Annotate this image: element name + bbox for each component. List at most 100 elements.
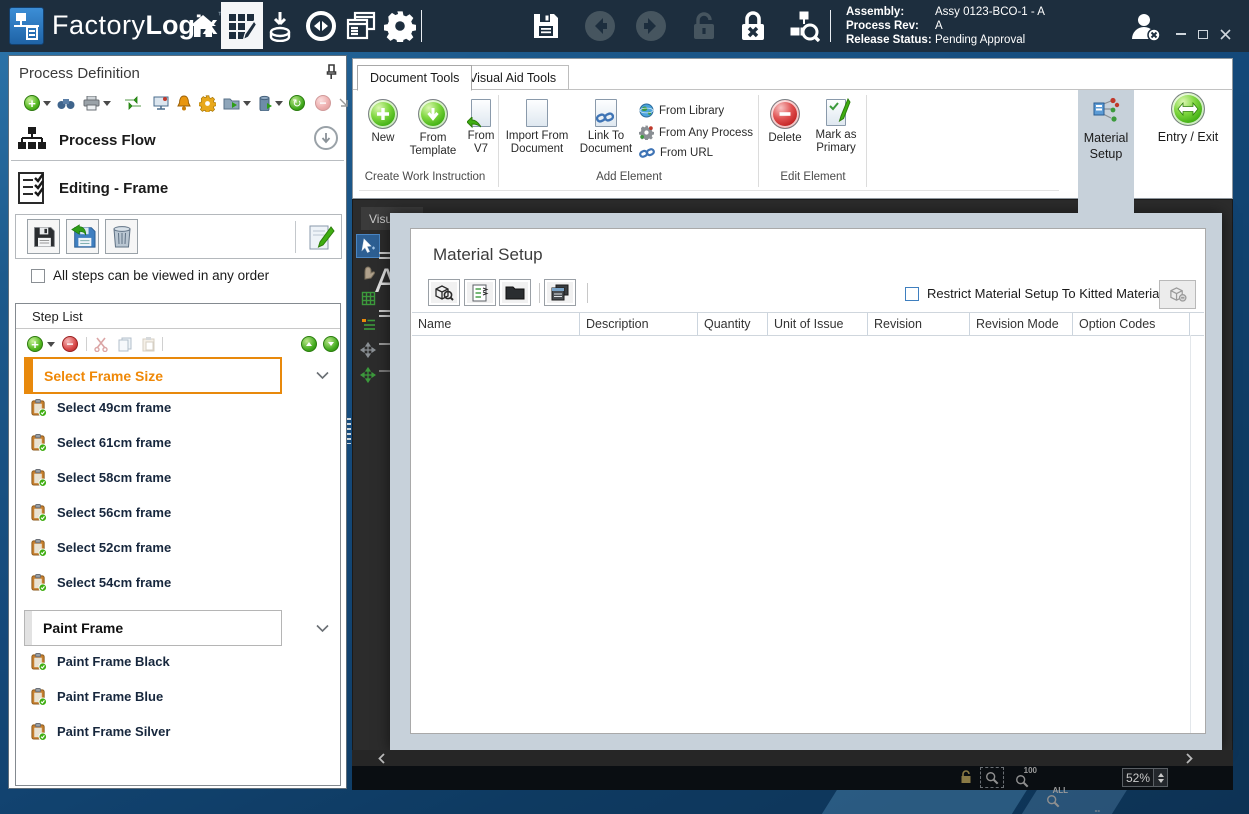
settings-button[interactable] [382, 8, 418, 44]
add-part-button[interactable] [428, 279, 460, 306]
print-button[interactable] [82, 94, 100, 112]
collapse-process-flow-button[interactable] [314, 126, 338, 150]
from-v7-button[interactable]: From V7 [461, 99, 501, 156]
collapse-group-button[interactable] [316, 620, 330, 634]
from-any-process-button[interactable]: From Any Process [639, 125, 753, 140]
from-library-button[interactable]: From Library [639, 103, 724, 118]
step-item[interactable]: Select 52cm frame [30, 530, 310, 564]
process-flow-row[interactable]: Process Flow [17, 122, 339, 158]
restrict-kitted-checkbox[interactable] [905, 287, 919, 301]
documents-button[interactable] [343, 8, 379, 44]
find-button[interactable] [57, 94, 75, 112]
copy-step-button-disabled[interactable] [116, 335, 134, 353]
import-process-button[interactable] [66, 219, 99, 254]
add-from-bom-button[interactable] [464, 279, 496, 306]
pin-panel-button[interactable] [323, 64, 338, 85]
add-process-button[interactable]: + [23, 94, 41, 112]
process-audit-button[interactable] [786, 8, 822, 44]
print-dropdown[interactable] [102, 94, 112, 112]
refresh-button[interactable]: ↻ [288, 94, 306, 112]
save-button[interactable] [528, 8, 564, 44]
zoom-select-button-active[interactable] [980, 767, 1004, 788]
column-header[interactable]: Revision [868, 313, 970, 335]
paste-materials-button[interactable] [544, 279, 576, 306]
logout-user-button[interactable] [1128, 10, 1164, 46]
panel-splitter[interactable] [347, 418, 351, 444]
new-button[interactable]: New [365, 99, 401, 145]
from-url-button[interactable]: From URL [639, 147, 713, 159]
lock-cancel-button[interactable] [735, 8, 771, 44]
scroll-right-button[interactable] [1178, 750, 1200, 766]
any-order-checkbox[interactable] [31, 269, 45, 283]
column-header[interactable]: Unit of Issue [768, 313, 868, 335]
back-button-disabled[interactable] [582, 8, 618, 44]
entry-exit-button[interactable]: Entry / Exit [1140, 92, 1236, 162]
step-item[interactable]: Select 56cm frame [30, 495, 310, 529]
zoom-out-fast-button[interactable]: -- [1078, 808, 1100, 814]
move-step-up-button[interactable] [300, 335, 318, 353]
recycle-dropdown[interactable] [274, 94, 284, 112]
move-element-tool[interactable] [356, 338, 380, 362]
select-tool-active[interactable] [356, 234, 380, 258]
delete-process-button[interactable] [105, 219, 138, 254]
maximize-button[interactable] [1194, 26, 1212, 42]
materials-button[interactable] [262, 8, 298, 44]
zoom-level-spinner[interactable]: 52% [1122, 768, 1168, 787]
kit-material-button-disabled[interactable] [1159, 280, 1196, 309]
column-header[interactable]: Revision Mode [970, 313, 1073, 335]
from-template-button[interactable]: From Template [405, 99, 461, 158]
export-button[interactable] [222, 94, 240, 112]
scroll-left-button[interactable] [370, 750, 392, 766]
zoom-spinner-buttons[interactable] [1153, 769, 1167, 786]
step-item[interactable]: Select 58cm frame [30, 460, 310, 494]
move-step-down-button[interactable] [322, 335, 340, 353]
import-from-document-button[interactable]: Import From Document [501, 99, 573, 156]
collapse-group-button[interactable] [316, 367, 330, 381]
process-settings-button[interactable] [198, 94, 216, 112]
step-item[interactable]: Select 54cm frame [30, 565, 310, 599]
material-setup-button-selected[interactable]: MaterialSetup [1078, 90, 1134, 213]
sync-button[interactable] [303, 8, 339, 44]
column-header[interactable]: Name [412, 313, 580, 335]
save-process-button[interactable] [27, 219, 60, 254]
paste-step-button-disabled[interactable] [139, 335, 157, 353]
horizontal-scrollbar[interactable] [352, 750, 1233, 766]
step-group-paint-frame[interactable]: Paint Frame [24, 610, 282, 646]
collapse-toolbar-button[interactable] [335, 94, 353, 112]
open-folder-button[interactable] [499, 279, 531, 306]
step-item[interactable]: Select 49cm frame [30, 390, 310, 424]
link-to-document-button[interactable]: Link To Document [575, 99, 637, 156]
minimize-button[interactable] [1172, 26, 1190, 42]
outline-tool[interactable] [356, 312, 380, 336]
home-button[interactable] [185, 8, 221, 44]
add-process-dropdown[interactable] [42, 94, 52, 112]
step-group-select-frame-size[interactable]: Select Frame Size [24, 357, 282, 394]
tab-document-tools[interactable]: Document Tools [357, 65, 472, 91]
zoom-fit-all-button[interactable]: ALL [1046, 788, 1068, 808]
remove-button-disabled[interactable]: − [314, 94, 332, 112]
notifications-button[interactable] [175, 94, 193, 112]
reorder-steps-button[interactable] [124, 94, 142, 112]
step-item[interactable]: Paint Frame Blue [30, 679, 310, 713]
lock-zoom-button[interactable] [960, 770, 972, 789]
presentation-button[interactable] [152, 94, 170, 112]
step-item[interactable]: Paint Frame Silver [30, 714, 310, 748]
step-item[interactable]: Select 61cm frame [30, 425, 310, 459]
cut-step-button-disabled[interactable] [92, 335, 110, 353]
move-all-tool[interactable] [356, 363, 380, 387]
delete-element-button[interactable]: Delete [763, 99, 807, 145]
column-header[interactable]: Quantity [698, 313, 768, 335]
export-dropdown[interactable] [242, 94, 252, 112]
unlock-button-disabled[interactable] [686, 8, 722, 44]
forward-button-disabled[interactable] [633, 8, 669, 44]
mark-as-primary-button[interactable]: Mark as Primary [809, 99, 863, 155]
any-order-checkbox-row[interactable]: All steps can be viewed in any order [31, 268, 269, 283]
column-header[interactable]: Description [580, 313, 698, 335]
restrict-kitted-checkbox-row[interactable]: Restrict Material Setup To Kitted Materi… [905, 286, 1162, 301]
zoom-100-button[interactable]: 100 [1015, 768, 1037, 788]
add-step-button[interactable]: + [26, 335, 44, 353]
column-header[interactable]: Option Codes [1073, 313, 1190, 335]
add-step-dropdown[interactable] [46, 335, 56, 353]
tab-visual-aid-tools[interactable]: Visual Aid Tools [456, 65, 569, 90]
process-definition-button-active[interactable] [221, 2, 263, 49]
